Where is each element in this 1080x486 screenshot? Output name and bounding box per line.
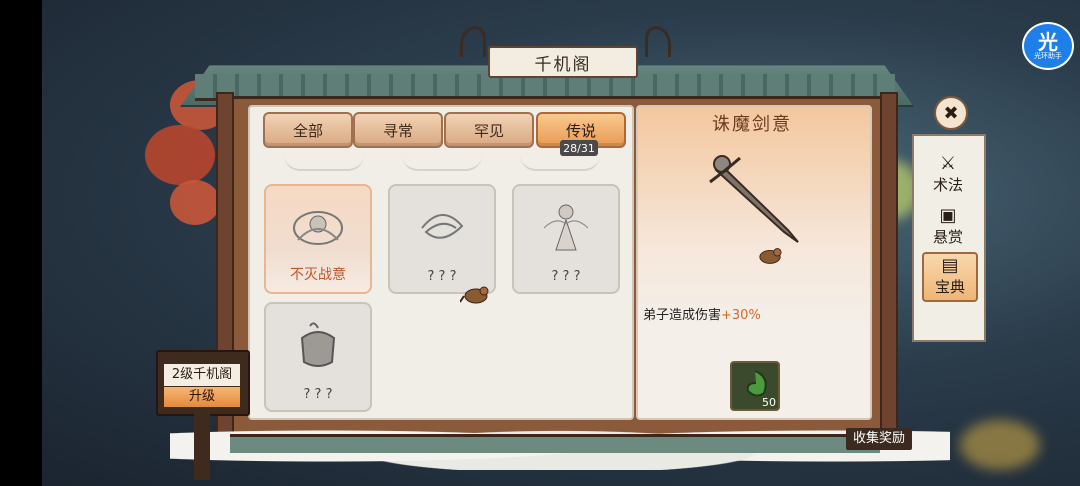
fist-icon xyxy=(300,322,336,367)
chest-icon: ▣ xyxy=(939,205,957,226)
nav-bounty[interactable]: ▣ 悬赏 xyxy=(922,204,974,250)
collect-reward-button[interactable]: 收集奖励 xyxy=(846,428,912,450)
collection-card[interactable]: ? ? ? xyxy=(388,184,496,294)
reward-item[interactable]: 50 xyxy=(730,361,780,411)
background-glow xyxy=(960,420,1040,470)
roof-horn xyxy=(460,26,486,57)
collection-card[interactable]: 不灭战意 xyxy=(264,184,372,294)
detail-effect: 弟子造成伤害+30% xyxy=(643,304,761,323)
frame-post xyxy=(880,92,898,441)
collection-progress: 28/31 xyxy=(560,140,598,156)
sword-icon xyxy=(709,155,799,243)
tree-foliage xyxy=(170,180,220,225)
scrolled-row-hint xyxy=(284,155,364,171)
upgrade-button[interactable]: 升级 xyxy=(164,387,240,407)
detail-title: 诛魔剑意 xyxy=(712,114,792,135)
card-label: 不灭战意 xyxy=(290,267,346,283)
close-icon: ✖ xyxy=(943,102,959,124)
collection-card[interactable]: ? ? ? xyxy=(264,302,372,412)
tree-foliage xyxy=(145,125,215,185)
tab-all[interactable]: 全部 xyxy=(263,112,353,148)
sparrow-icon xyxy=(460,286,489,304)
swirl-icon xyxy=(421,214,464,239)
logo-glyph: 光 xyxy=(1038,29,1058,54)
tab-rare[interactable]: 罕见 xyxy=(444,112,534,148)
sparrow-icon xyxy=(759,248,782,264)
app-logo[interactable]: 光 光环助手 xyxy=(1022,22,1074,70)
collection-card[interactable]: ? ? ? xyxy=(512,184,620,294)
warrior-spirit-icon xyxy=(293,211,343,245)
window-title: 千机阁 xyxy=(488,46,638,78)
scrolled-row-hint xyxy=(520,155,600,171)
swords-icon: ⚔ xyxy=(939,153,957,174)
sign-pole xyxy=(194,410,210,480)
close-button[interactable]: ✖ xyxy=(934,96,968,130)
nav-codex[interactable]: ▤ 宝典 xyxy=(922,252,978,302)
nav-label: 悬赏 xyxy=(932,228,963,246)
pavilion-base xyxy=(230,434,880,453)
nav-spells[interactable]: ⚔ 术法 xyxy=(922,152,974,198)
reward-count: 50 xyxy=(762,396,776,409)
book-icon: ▤ xyxy=(941,255,959,276)
nav-label: 术法 xyxy=(932,176,963,194)
left-letterbox xyxy=(0,0,42,486)
card-label: ? ? ? xyxy=(551,269,581,284)
tab-common[interactable]: 寻常 xyxy=(353,112,443,148)
nav-label: 宝典 xyxy=(934,278,965,296)
pavilion-level: 2级千机阁 xyxy=(164,364,240,386)
effect-value: +30% xyxy=(721,308,761,323)
card-label: ? ? ? xyxy=(303,387,333,402)
scrolled-row-hint xyxy=(402,155,482,171)
effect-label: 弟子造成伤害 xyxy=(643,308,722,323)
logo-text: 光环助手 xyxy=(1034,51,1062,60)
maiden-icon xyxy=(543,204,589,251)
